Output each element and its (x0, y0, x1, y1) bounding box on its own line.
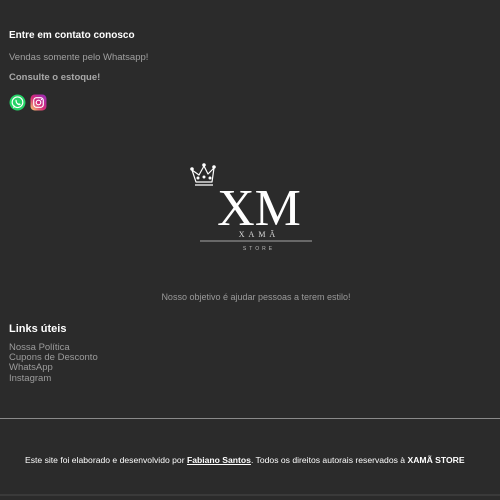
crown-icon (190, 163, 216, 186)
bottom-border (0, 494, 500, 496)
instagram-icon[interactable] (30, 94, 47, 111)
footer-page: Entre em contato conosco Vendas somente … (0, 0, 500, 500)
social-links (9, 94, 47, 111)
author-link[interactable]: Fabiano Santos (187, 455, 251, 465)
useful-links-list: Nossa Política Cupons de Desconto WhatsA… (9, 342, 98, 384)
whatsapp-icon[interactable] (9, 94, 26, 111)
copyright-text: Este site foi elaborado e desenvolvido p… (25, 455, 465, 465)
link-instagram[interactable]: Instagram (9, 373, 98, 384)
contact-heading: Entre em contato conosco (9, 30, 135, 41)
logo-letters: XM (217, 180, 301, 237)
tagline: Nosso objetivo é ajudar pessoas a terem … (161, 292, 351, 302)
links-heading: Links úteis (9, 323, 67, 335)
store-name: XAMÃ STORE (407, 455, 465, 465)
logo-sub: STORE (243, 246, 275, 252)
logo-name: XAMÃ (239, 229, 279, 239)
copyright-middle: . Todos os direitos autorais reservados … (250, 455, 408, 465)
footer-divider (0, 418, 500, 419)
copyright-prefix: Este site foi elaborado e desenvolvido p… (25, 455, 187, 465)
sales-note: Vendas somente pelo Whatsapp! (9, 52, 149, 63)
stock-note: Consulte o estoque! (9, 72, 101, 83)
xama-store-logo: XM XAMÃ STORE (190, 163, 312, 252)
